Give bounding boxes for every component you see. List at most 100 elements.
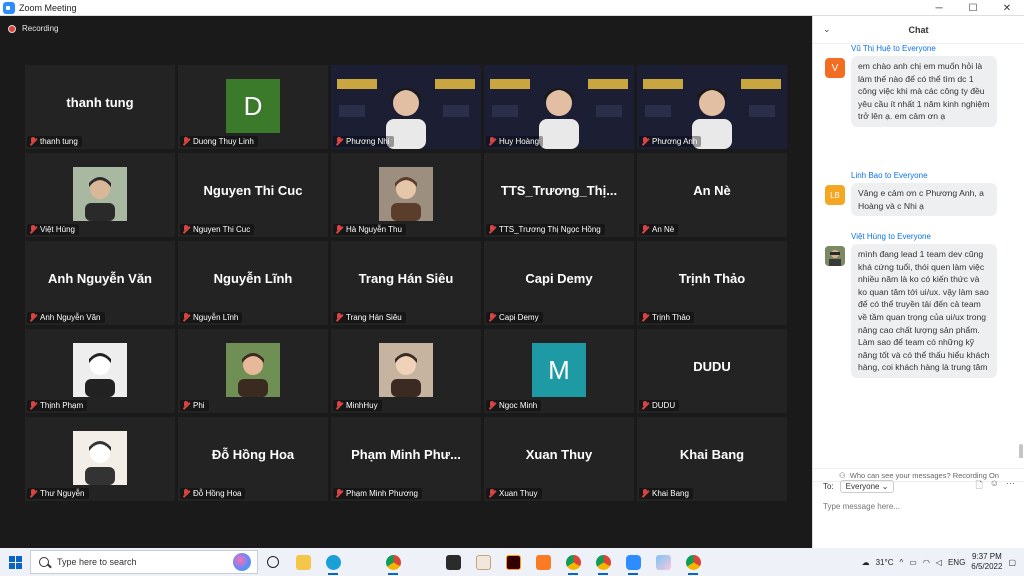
chrome-icon[interactable] [378,548,408,576]
participant-name-label: Thịnh Phạm [27,400,88,411]
participant-tile-nguyen-linh[interactable]: Nguyễn Lĩnh Nguyễn Lĩnh [178,241,328,325]
search-highlight-icon [233,553,251,571]
language-indicator[interactable]: ENG [948,558,965,567]
muted-mic-icon [335,313,343,322]
participant-display-name: Nguyen Thi Cuc [203,183,303,198]
network-icon[interactable]: ▭ [909,558,917,567]
participant-tile-phi[interactable]: Phi [178,329,328,413]
task-view-icon[interactable] [258,548,288,576]
participant-name: Phạm Minh Phương [346,489,418,498]
message-sender[interactable]: Việt Hùng [851,232,886,241]
file-icon[interactable]: 🗋 [976,478,983,494]
participant-tile-trang-han-sieu[interactable]: Trang Hán Siêu Trang Hán Siêu [331,241,481,325]
participant-name: Khai Bang [652,489,689,498]
participant-display-name: Phạm Minh Phư... [351,447,461,462]
muted-mic-icon [488,401,496,410]
illustrator-icon[interactable] [498,548,528,576]
participant-tile-an-ne[interactable]: An Nè An Nè [637,153,787,237]
recipient-value: Everyone [845,481,880,491]
zoom-logo-icon [3,1,15,14]
participant-name: Huy Hoàng [499,137,540,146]
minimize-button[interactable]: ─ [922,0,956,16]
participant-name: Đỗ Hồng Hoa [193,489,242,498]
participant-tile-capi-demy[interactable]: Capi Demy Capi Demy [484,241,634,325]
participant-name-label: Hà Nguyễn Thu [333,224,406,235]
message-sender[interactable]: Linh Bao [851,171,883,180]
participant-tile-anh-nguyen-van[interactable]: Anh Nguyễn Văn Anh Nguyễn Văn [25,241,175,325]
muted-mic-icon [641,401,649,410]
chat-scrollbar[interactable] [1019,444,1023,458]
window-title: Zoom Meeting [19,2,77,13]
search-placeholder: Type here to search [57,557,137,567]
participant-tile-do-hong-hoa[interactable]: Đỗ Hồng Hoa Đỗ Hồng Hoa [178,417,328,501]
start-button[interactable] [0,548,30,576]
participant-tile-xuan-thuy[interactable]: Xuan Thuy Xuan Thuy [484,417,634,501]
message-sender[interactable]: Vũ Thị Huệ [851,44,891,53]
zoom-taskbar-icon[interactable] [618,548,648,576]
maximize-button[interactable]: ☐ [956,0,990,16]
participant-name-label: TTS_Trương Thị Ngọc Hồng [486,224,605,235]
participant-tile-khai-bang[interactable]: Khai Bang Khai Bang [637,417,787,501]
participant-tile-thu-nguyen[interactable]: Thư Nguyễn [25,417,175,501]
more-icon[interactable]: ⋯ [1006,478,1015,494]
taskbar-search[interactable]: Type here to search [30,550,258,574]
edge-icon[interactable] [318,548,348,576]
participant-tile-thinh-pham[interactable]: Thịnh Phạm [25,329,175,413]
clock[interactable]: 9:37 PM 6/5/2022 [971,552,1002,572]
show-hidden-icon[interactable]: ^ [899,558,903,567]
participant-tile-huy-hoang[interactable]: Huy Hoàng [484,65,634,149]
muted-mic-icon [488,313,496,322]
paint-icon[interactable] [648,548,678,576]
tool-icon[interactable] [468,548,498,576]
volume-icon[interactable]: ◁ [936,558,942,567]
participant-photo-icon [379,167,433,221]
chat-header: ⌄ Chat [813,16,1024,44]
windows-taskbar: Type here to search ☁ 31°C ^ ▭ ◠ ◁ ENG 9… [0,548,1024,576]
message-text: mình đang lead 1 team dev cũng khá cứng … [851,244,997,378]
chrome-profile-2-icon[interactable] [588,548,618,576]
participant-tile-viet-hung[interactable]: Việt Hùng [25,153,175,237]
participant-tile-nguyen-thi-cuc[interactable]: Nguyen Thi Cuc Nguyen Thi Cuc [178,153,328,237]
participant-name: Trang Hán Siêu [346,313,402,322]
participant-name-label: An Nè [639,224,679,235]
participant-display-name: Trịnh Thảo [678,271,746,286]
chrome-profile-3-icon[interactable] [678,548,708,576]
participant-name-label: Phi [180,400,209,411]
chat-panel: ⌄ Chat Vũ Thị Huệ to Everyone V em chào … [812,16,1024,548]
recipient-select[interactable]: Everyone ⌄ [839,479,895,493]
participant-tile-phuong-anh[interactable]: Phương Anh [637,65,787,149]
muted-mic-icon [488,489,496,498]
message-recipient: to Everyone [884,171,928,180]
participant-tile-ngoc-minh[interactable]: M Ngoc Minh [484,329,634,413]
emoji-icon[interactable]: ☺ [990,478,999,494]
notification-icon[interactable]: ▢ [1008,558,1016,567]
participant-photo-icon [73,167,127,221]
muted-mic-icon [182,401,190,410]
muted-mic-icon [182,489,190,498]
participant-tile-duong-thuy-linh[interactable]: D Duong Thuy Linh [178,65,328,149]
participant-display-name: Đỗ Hồng Hoa [211,447,295,462]
muted-mic-icon [335,489,343,498]
wifi-icon[interactable]: ◠ [923,558,930,567]
chat-messages: Vũ Thị Huệ to Everyone V em chào anh chị… [813,44,1024,458]
weather-temp[interactable]: 31°C [876,558,894,567]
capcut-icon[interactable] [438,548,468,576]
participant-tile-tts-truong-thi-ngoc-hong[interactable]: TTS_Trương_Thị... TTS_Trương Thị Ngọc Hồn… [484,153,634,237]
participant-tile-phuong-nhi[interactable]: Phương Nhi [331,65,481,149]
recording-indicator[interactable]: Recording [8,24,58,33]
xampp-icon[interactable] [528,548,558,576]
participant-tile-dudu[interactable]: DUDU DUDU [637,329,787,413]
participant-name: Nguyen Thi Cuc [193,225,251,234]
participant-display-name: An Nè [693,183,731,198]
participant-tile-minhhuy[interactable]: MinhHuy [331,329,481,413]
message-input[interactable] [823,498,1015,514]
close-button[interactable]: ✕ [990,0,1024,16]
recording-label: Recording [22,24,59,33]
participant-tile-trinh-thao[interactable]: Trịnh Thảo Trịnh Thảo [637,241,787,325]
collapse-chevron-icon[interactable]: ⌄ [823,24,831,35]
participant-tile-ha-nguyen-thu[interactable]: Hà Nguyễn Thu [331,153,481,237]
file-explorer-icon[interactable] [288,548,318,576]
chrome-profile-icon[interactable] [558,548,588,576]
participant-tile-thanh-tung[interactable]: thanh tung thanh tung [25,65,175,149]
participant-tile-pham-minh-phuong[interactable]: Phạm Minh Phư... Phạm Minh Phương [331,417,481,501]
